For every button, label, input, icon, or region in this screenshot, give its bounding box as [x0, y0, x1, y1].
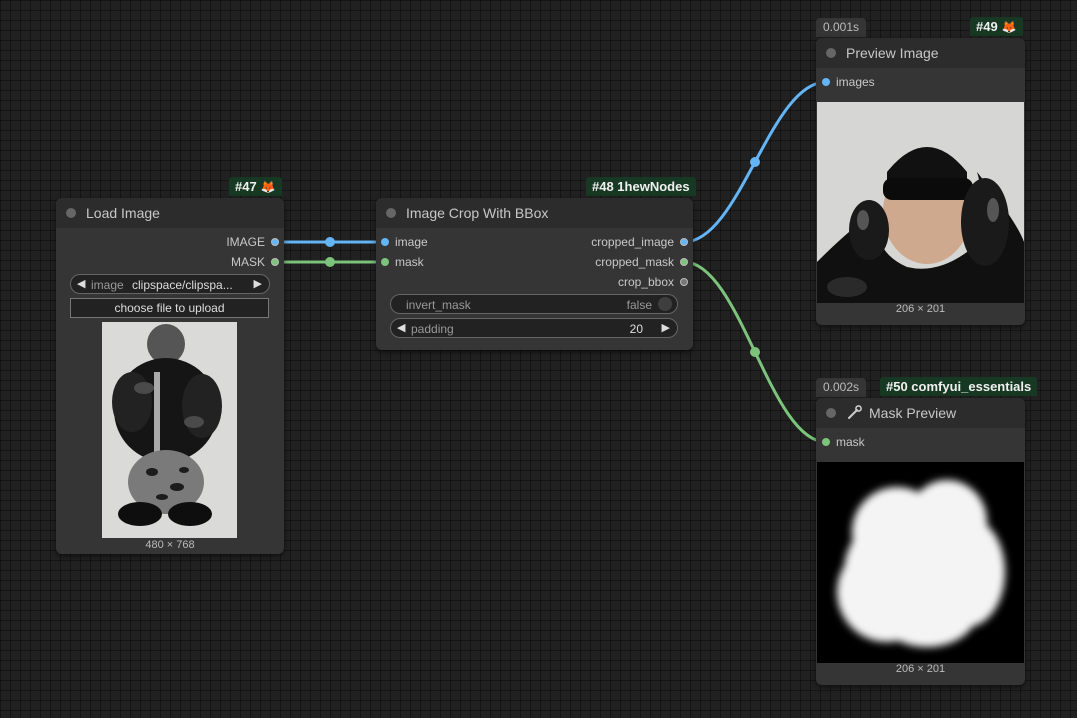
mask-preview-image: [817, 462, 1024, 663]
puffer-figure-image: [102, 322, 237, 538]
collapse-dot-icon[interactable]: [826, 408, 836, 418]
execution-time-badge: 0.001s: [816, 18, 867, 37]
input-label-mask: mask: [836, 435, 865, 449]
image-combo-widget[interactable]: ◀ image clipspace/clipspa... ▶: [70, 274, 270, 294]
preview-image: [817, 102, 1024, 303]
collapse-dot-icon[interactable]: [386, 208, 396, 218]
output-port-cropped-image[interactable]: [680, 238, 688, 246]
image-dimensions: 206 × 201: [895, 663, 946, 675]
node-title-bar[interactable]: Preview Image: [816, 38, 1025, 68]
output-port-mask[interactable]: [271, 258, 279, 266]
node-title: Image Crop With BBox: [406, 205, 549, 221]
output-label-cropped-image: cropped_image: [591, 235, 674, 249]
toggle-knob-icon[interactable]: [658, 297, 672, 311]
output-label-mask: MASK: [230, 255, 265, 269]
input-label-image: image: [395, 235, 428, 249]
input-label-mask: mask: [395, 255, 424, 269]
image-dimensions: 480 × 768: [145, 539, 195, 551]
link-midpoint-cropped-image[interactable]: [750, 157, 760, 167]
output-port-cropped-mask[interactable]: [680, 258, 688, 266]
output-port-crop-bbox[interactable]: [680, 278, 688, 286]
image-crop-node[interactable]: Image Crop With BBox image mask cropped_…: [376, 198, 693, 350]
input-port-mask[interactable]: [822, 438, 830, 446]
fox-icon: 🦊: [260, 180, 276, 194]
node-title-bar[interactable]: Image Crop With BBox: [376, 198, 693, 228]
fox-icon: 🦊: [1001, 20, 1017, 34]
widget-label: image: [91, 278, 124, 292]
arrow-left-icon[interactable]: ◀: [77, 277, 85, 290]
execution-time-badge: 0.002s: [816, 378, 867, 397]
arrow-left-icon[interactable]: ◀: [397, 321, 405, 334]
input-port-image[interactable]: [381, 238, 389, 246]
node-id-badge: #48 1hewNodes: [586, 177, 696, 196]
mask-shape-image: [817, 462, 1024, 663]
output-port-image[interactable]: [271, 238, 279, 246]
input-port-images[interactable]: [822, 78, 830, 86]
output-label-crop-bbox: crop_bbox: [617, 275, 674, 289]
arrow-right-icon[interactable]: ▶: [254, 277, 262, 290]
preview-image-node[interactable]: Preview Image images 206 × 201: [816, 38, 1025, 325]
link-midpoint-mask[interactable]: [325, 257, 335, 267]
load-image-preview: [102, 322, 237, 538]
node-id-badge: #47 🦊: [229, 177, 282, 196]
link-cropped-mask-to-mask-preview[interactable]: [683, 260, 827, 444]
widget-label: padding: [411, 322, 454, 336]
output-label-cropped-mask: cropped_mask: [595, 255, 674, 269]
collapse-dot-icon[interactable]: [826, 48, 836, 58]
node-title: Preview Image: [846, 45, 939, 61]
node-id-badge: #50 comfyui_essentials: [880, 377, 1038, 396]
output-label-image: IMAGE: [226, 235, 265, 249]
input-label-images: images: [836, 75, 875, 89]
portrait-image: [817, 102, 1024, 303]
link-cropped-image-to-preview[interactable]: [683, 80, 827, 244]
node-title-bar[interactable]: Mask Preview: [816, 398, 1025, 428]
wrench-icon: [847, 404, 863, 420]
widget-label: invert_mask: [406, 298, 471, 312]
input-port-mask[interactable]: [381, 258, 389, 266]
arrow-right-icon[interactable]: ▶: [662, 321, 670, 334]
upload-button[interactable]: choose file to upload: [70, 298, 269, 318]
widget-value: false: [626, 298, 652, 312]
widget-value: clipspace/clipspa...: [132, 278, 233, 292]
load-image-node[interactable]: Load Image IMAGE MASK ◀ image clipspace/…: [56, 198, 284, 554]
padding-number-widget[interactable]: ◀ padding 20 ▶: [390, 318, 678, 338]
node-title: Load Image: [86, 205, 160, 221]
image-dimensions: 206 × 201: [895, 303, 946, 315]
invert-mask-toggle[interactable]: invert_mask false: [390, 294, 678, 314]
link-midpoint-cropped-mask[interactable]: [750, 347, 760, 357]
collapse-dot-icon[interactable]: [66, 208, 76, 218]
node-id-badge: #49 🦊: [970, 17, 1023, 36]
widget-value: 20: [629, 322, 643, 336]
node-title-bar[interactable]: Load Image: [56, 198, 284, 228]
link-midpoint-image[interactable]: [325, 237, 335, 247]
node-title: Mask Preview: [869, 405, 957, 421]
mask-preview-node[interactable]: Mask Preview mask 206 × 201: [816, 398, 1025, 685]
